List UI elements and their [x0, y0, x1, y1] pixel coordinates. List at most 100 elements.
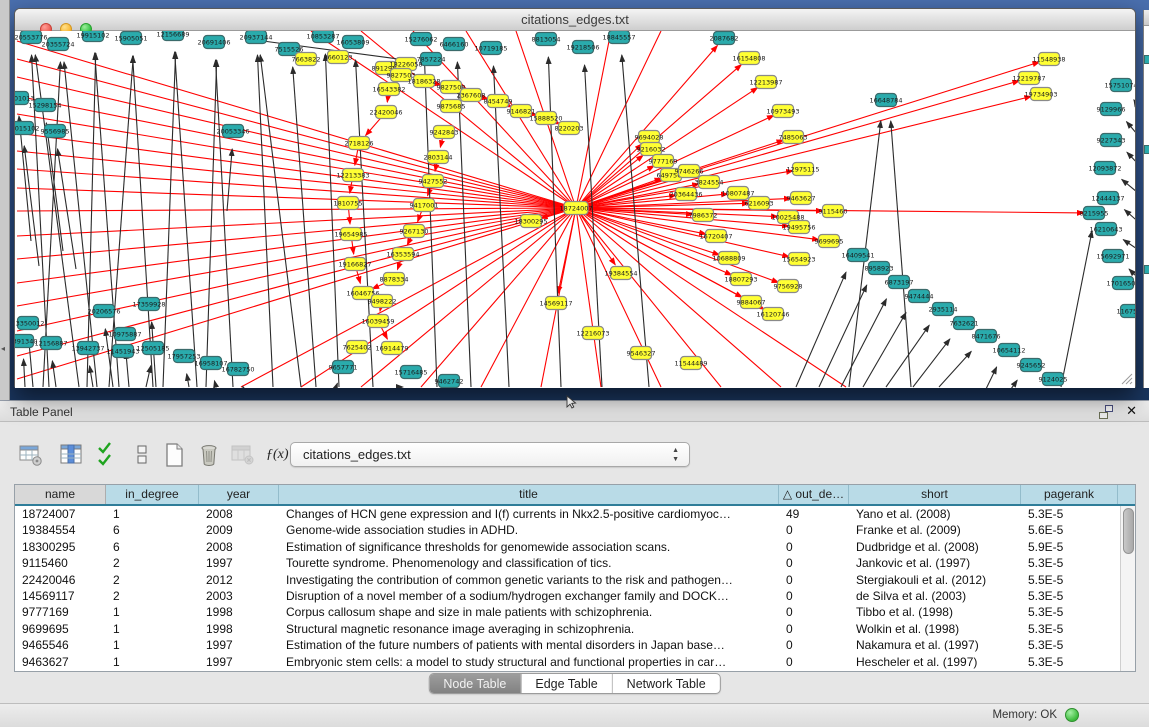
delete-table-icon[interactable]	[196, 442, 224, 470]
table-row[interactable]: 969969511998Structural magnetic resonanc…	[15, 621, 1135, 637]
graph-node[interactable]: 15692971	[1096, 250, 1129, 263]
column-header-name[interactable]: name	[15, 485, 106, 504]
column-header-out_de[interactable]: △ out_de…	[779, 485, 849, 504]
graph-node[interactable]: 11544489	[674, 357, 707, 370]
graph-node[interactable]: 19218506	[566, 41, 599, 54]
graph-node[interactable]: 13350012	[15, 317, 45, 330]
table-row[interactable]: 2242004622012Investigating the contribut…	[15, 572, 1135, 588]
graph-node[interactable]: 1810755	[334, 197, 363, 210]
graph-node[interactable]: 15276062	[404, 33, 437, 46]
graph-node[interactable]: 9746266	[675, 165, 704, 178]
float-panel-icon[interactable]	[1099, 405, 1113, 419]
network-window-titlebar[interactable]: citations_edges.txt	[15, 9, 1135, 31]
graph-node[interactable]: 9875685	[437, 100, 466, 113]
graph-node[interactable]: 2935114	[929, 303, 958, 316]
graph-node[interactable]: 16039459	[361, 315, 394, 328]
graph-node[interactable]: 12975115	[786, 163, 819, 176]
graph-node[interactable]: 10853287	[306, 31, 339, 43]
graph-node[interactable]: 15716485	[394, 366, 427, 379]
graph-node[interactable]: 6466160	[440, 38, 469, 51]
graph-node[interactable]: 9129966	[1097, 103, 1126, 116]
graph-node[interactable]: 17016504	[1106, 277, 1135, 290]
graph-node[interactable]: 12219787	[1012, 72, 1045, 85]
row-height-icon[interactable]	[130, 442, 158, 470]
network-view-window[interactable]: citations_edges.txt 20553776203557241991…	[14, 8, 1136, 388]
memory-status-indicator[interactable]	[1065, 708, 1079, 722]
graph-node[interactable]: 19495756	[782, 221, 815, 234]
graph-node[interactable]: 9427552	[419, 175, 448, 188]
graph-node[interactable]: 14569117	[539, 297, 572, 310]
graph-node[interactable]: 8958923	[865, 262, 894, 275]
graph-node[interactable]: 15751074	[1104, 79, 1135, 92]
graph-node[interactable]: 12093872	[1088, 162, 1121, 175]
network-graph[interactable]: 2055377620355724199151021590505112156689…	[15, 31, 1135, 388]
graph-node[interactable]: 9227343	[1097, 134, 1126, 147]
table-settings-icon[interactable]	[18, 442, 46, 470]
graph-node[interactable]: 8471676	[972, 330, 1001, 343]
graph-node[interactable]: 16914479	[375, 342, 408, 355]
graph-node[interactable]: 10688809	[712, 252, 745, 265]
graph-node[interactable]: 7986372	[689, 209, 718, 222]
graph-node[interactable]: 9124025	[1039, 373, 1068, 386]
column-visibility-icon[interactable]	[58, 442, 86, 470]
table-row[interactable]: 1830029562008Estimation of significance …	[15, 539, 1135, 555]
column-header-year[interactable]: year	[199, 485, 279, 504]
table-row[interactable]: 1872400712008Changes of HCN gene express…	[15, 506, 1135, 522]
graph-node[interactable]: 6873197	[885, 276, 914, 289]
row-select-icon[interactable]	[96, 442, 124, 470]
graph-node[interactable]: 2367608	[457, 89, 486, 102]
splitter-arrow-icon[interactable]: ◂	[1, 344, 5, 353]
table-selector-dropdown[interactable]: citations_edges.txt ▲▼	[290, 442, 690, 467]
graph-node[interactable]: 16120746	[756, 308, 789, 321]
graph-node[interactable]: 9245652	[1017, 359, 1046, 372]
graph-node[interactable]: 20691406	[197, 36, 230, 49]
graph-node[interactable]: 8813054	[532, 33, 561, 46]
graph-node[interactable]: 9474444	[905, 290, 934, 303]
graph-node[interactable]: 9546327	[627, 347, 656, 360]
graph-node[interactable]: 2803144	[424, 151, 453, 164]
graph-node[interactable]: 13942737	[71, 342, 104, 355]
graph-node[interactable]: 9267130	[400, 225, 429, 238]
graph-node[interactable]: 8878334	[380, 273, 409, 286]
graph-node[interactable]: 19915102	[76, 31, 109, 42]
graph-node[interactable]: 16543382	[372, 83, 405, 96]
graph-node[interactable]: 19654985	[334, 228, 367, 241]
graph-node[interactable]: 16210643	[1089, 223, 1122, 236]
graph-node[interactable]: 11548938	[1032, 53, 1065, 66]
graph-node[interactable]: 6216093	[745, 197, 774, 210]
graph-node[interactable]: 20053346	[216, 125, 249, 138]
graph-node[interactable]: 8220203	[555, 122, 584, 135]
graph-node[interactable]: 9462742	[435, 375, 464, 388]
table-row[interactable]: 946554611997Estimation of the future num…	[15, 637, 1135, 653]
import-table-icon[interactable]	[230, 442, 258, 470]
graph-node[interactable]: 9756928	[774, 280, 803, 293]
graph-node[interactable]: 20206576	[87, 305, 120, 318]
graph-node[interactable]: 10973493	[766, 105, 799, 118]
graph-node[interactable]: 2087682	[710, 32, 739, 45]
graph-node[interactable]: 16648784	[869, 94, 902, 107]
graph-node[interactable]: 22420046	[369, 106, 402, 119]
graph-node[interactable]: 8215955	[1080, 207, 1109, 220]
graph-node[interactable]: 7625402	[343, 341, 372, 354]
graph-node[interactable]: 16154808	[732, 52, 765, 65]
graph-node[interactable]: 16409541	[841, 249, 874, 262]
tab-node-table[interactable]: Node Table	[429, 674, 521, 694]
graph-node[interactable]: 20355724	[41, 38, 74, 51]
table-scrollbar[interactable]	[1120, 506, 1135, 671]
graph-node[interactable]: 9417001	[410, 199, 439, 212]
graph-node[interactable]: 9216032	[637, 143, 666, 156]
close-panel-icon[interactable]: ✕	[1126, 403, 1137, 419]
graph-node[interactable]: 12213987	[749, 76, 782, 89]
graph-node[interactable]: 12156887	[34, 337, 67, 350]
graph-node[interactable]: 9694028	[635, 131, 664, 144]
graph-node[interactable]: 15905051	[114, 32, 147, 45]
graph-node[interactable]: 8660123	[324, 51, 353, 64]
table-row[interactable]: 1456911722003Disruption of a novel membe…	[15, 588, 1135, 604]
graph-node[interactable]: 19734903	[1024, 88, 1057, 101]
graph-node[interactable]: 10654112	[992, 344, 1025, 357]
graph-node[interactable]: 12444137	[1091, 192, 1124, 205]
graph-node[interactable]: 16353594	[386, 248, 419, 261]
graph-node[interactable]: 12216073	[576, 327, 609, 340]
graph-node[interactable]: 16720407	[699, 230, 732, 243]
table-row[interactable]: 911546021997Tourette syndrome. Phenomeno…	[15, 555, 1135, 571]
